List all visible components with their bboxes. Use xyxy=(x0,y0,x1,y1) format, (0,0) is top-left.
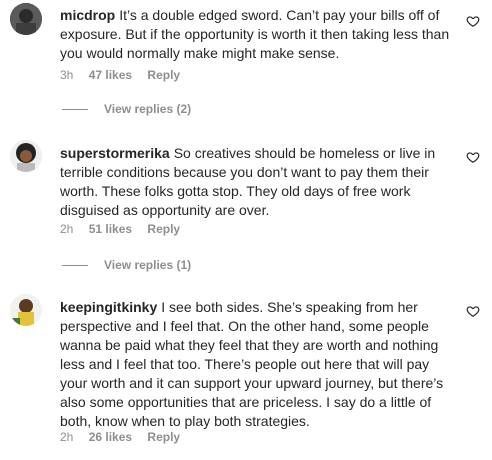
comment-body: It’s a double edged sword. Can’t pay you… xyxy=(60,7,450,61)
reply-button[interactable]: Reply xyxy=(147,430,180,444)
comment-meta: 2h 51 likes Reply xyxy=(60,222,192,236)
username[interactable]: keepingitkinky xyxy=(60,299,157,315)
avatar[interactable] xyxy=(10,294,42,326)
reply-button[interactable]: Reply xyxy=(147,222,180,236)
view-replies-button[interactable]: View replies (1) xyxy=(62,258,191,272)
heart-icon[interactable] xyxy=(466,150,480,164)
timestamp: 2h xyxy=(60,222,74,236)
likes-count[interactable]: 26 likes xyxy=(89,430,132,444)
timestamp: 2h xyxy=(60,430,74,444)
view-replies-button[interactable]: View replies (2) xyxy=(62,102,191,116)
comment-text: keepingitkinky I see both sides. She’s sp… xyxy=(60,298,455,431)
divider xyxy=(62,108,88,110)
heart-icon[interactable] xyxy=(466,304,480,318)
comment-meta: 3h 47 likes Reply xyxy=(60,68,192,82)
comment-text: micdrop It’s a double edged sword. Can’t … xyxy=(60,6,455,63)
username[interactable]: micdrop xyxy=(60,7,115,23)
timestamp: 3h xyxy=(60,68,74,82)
comment-body: I see both sides. She’s speaking from he… xyxy=(60,299,444,429)
avatar[interactable] xyxy=(10,3,42,35)
comment-text: superstormerika So creatives should be ho… xyxy=(60,144,455,220)
heart-icon[interactable] xyxy=(466,14,480,28)
view-replies-label: View replies (1) xyxy=(104,258,192,272)
avatar[interactable] xyxy=(10,140,42,172)
divider xyxy=(62,264,88,266)
reply-button[interactable]: Reply xyxy=(147,68,180,82)
view-replies-label: View replies (2) xyxy=(104,102,192,116)
likes-count[interactable]: 47 likes xyxy=(89,68,132,82)
username[interactable]: superstormerika xyxy=(60,145,170,161)
likes-count[interactable]: 51 likes xyxy=(89,222,132,236)
comment-meta: 2h 26 likes Reply xyxy=(60,430,192,444)
